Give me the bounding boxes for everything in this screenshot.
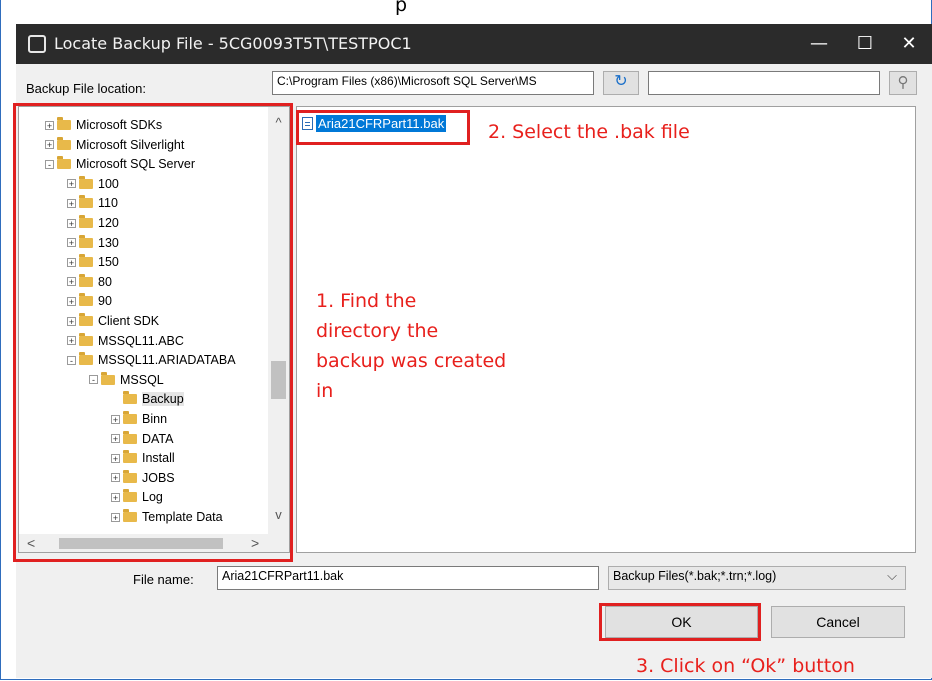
step3-annotation: 3. Click on “Ok” button xyxy=(636,655,855,677)
cancel-button[interactable]: Cancel xyxy=(771,606,905,638)
file-type-value: Backup Files(*.bak;*.trn;*.log) xyxy=(613,569,777,583)
refresh-icon: ↻ xyxy=(614,73,628,90)
step1-annotation: 1. Find the directory the backup was cre… xyxy=(316,286,506,406)
refresh-button[interactable]: ↻ xyxy=(603,71,639,95)
maximize-button[interactable]: ☐ xyxy=(842,24,888,64)
location-path-field[interactable]: C:\Program Files (x86)\Microsoft SQL Ser… xyxy=(272,71,594,95)
step2-annotation: 2. Select the .bak file xyxy=(488,121,690,143)
title-bar: Locate Backup File - 5CG0093T5T\TESTPOC1… xyxy=(16,24,932,64)
step1-line: directory the xyxy=(316,320,439,342)
ok-highlight-box xyxy=(599,603,761,641)
window-title: Locate Backup File - 5CG0093T5T\TESTPOC1 xyxy=(54,34,412,53)
app-icon xyxy=(28,35,46,53)
chevron-down-icon: ⌵ xyxy=(887,568,897,583)
file-highlight-box xyxy=(296,110,470,145)
close-button[interactable]: ✕ xyxy=(886,24,932,64)
search-input[interactable] xyxy=(648,71,880,95)
search-icon: ⚲ xyxy=(897,74,909,91)
search-button[interactable]: ⚲ xyxy=(889,71,917,95)
step1-line: 1. Find the xyxy=(316,290,417,312)
cut-off-text: p xyxy=(395,0,408,16)
filename-label: File name: xyxy=(133,572,194,587)
step1-line: backup was created xyxy=(316,350,507,372)
location-label: Backup File location: xyxy=(26,81,146,96)
minimize-button[interactable]: — xyxy=(796,24,842,64)
tree-highlight-box xyxy=(13,103,293,562)
filename-field[interactable]: Aria21CFRPart11.bak xyxy=(217,566,599,590)
step1-line: in xyxy=(316,380,334,402)
file-type-select[interactable]: Backup Files(*.bak;*.trn;*.log) ⌵ xyxy=(608,566,906,590)
